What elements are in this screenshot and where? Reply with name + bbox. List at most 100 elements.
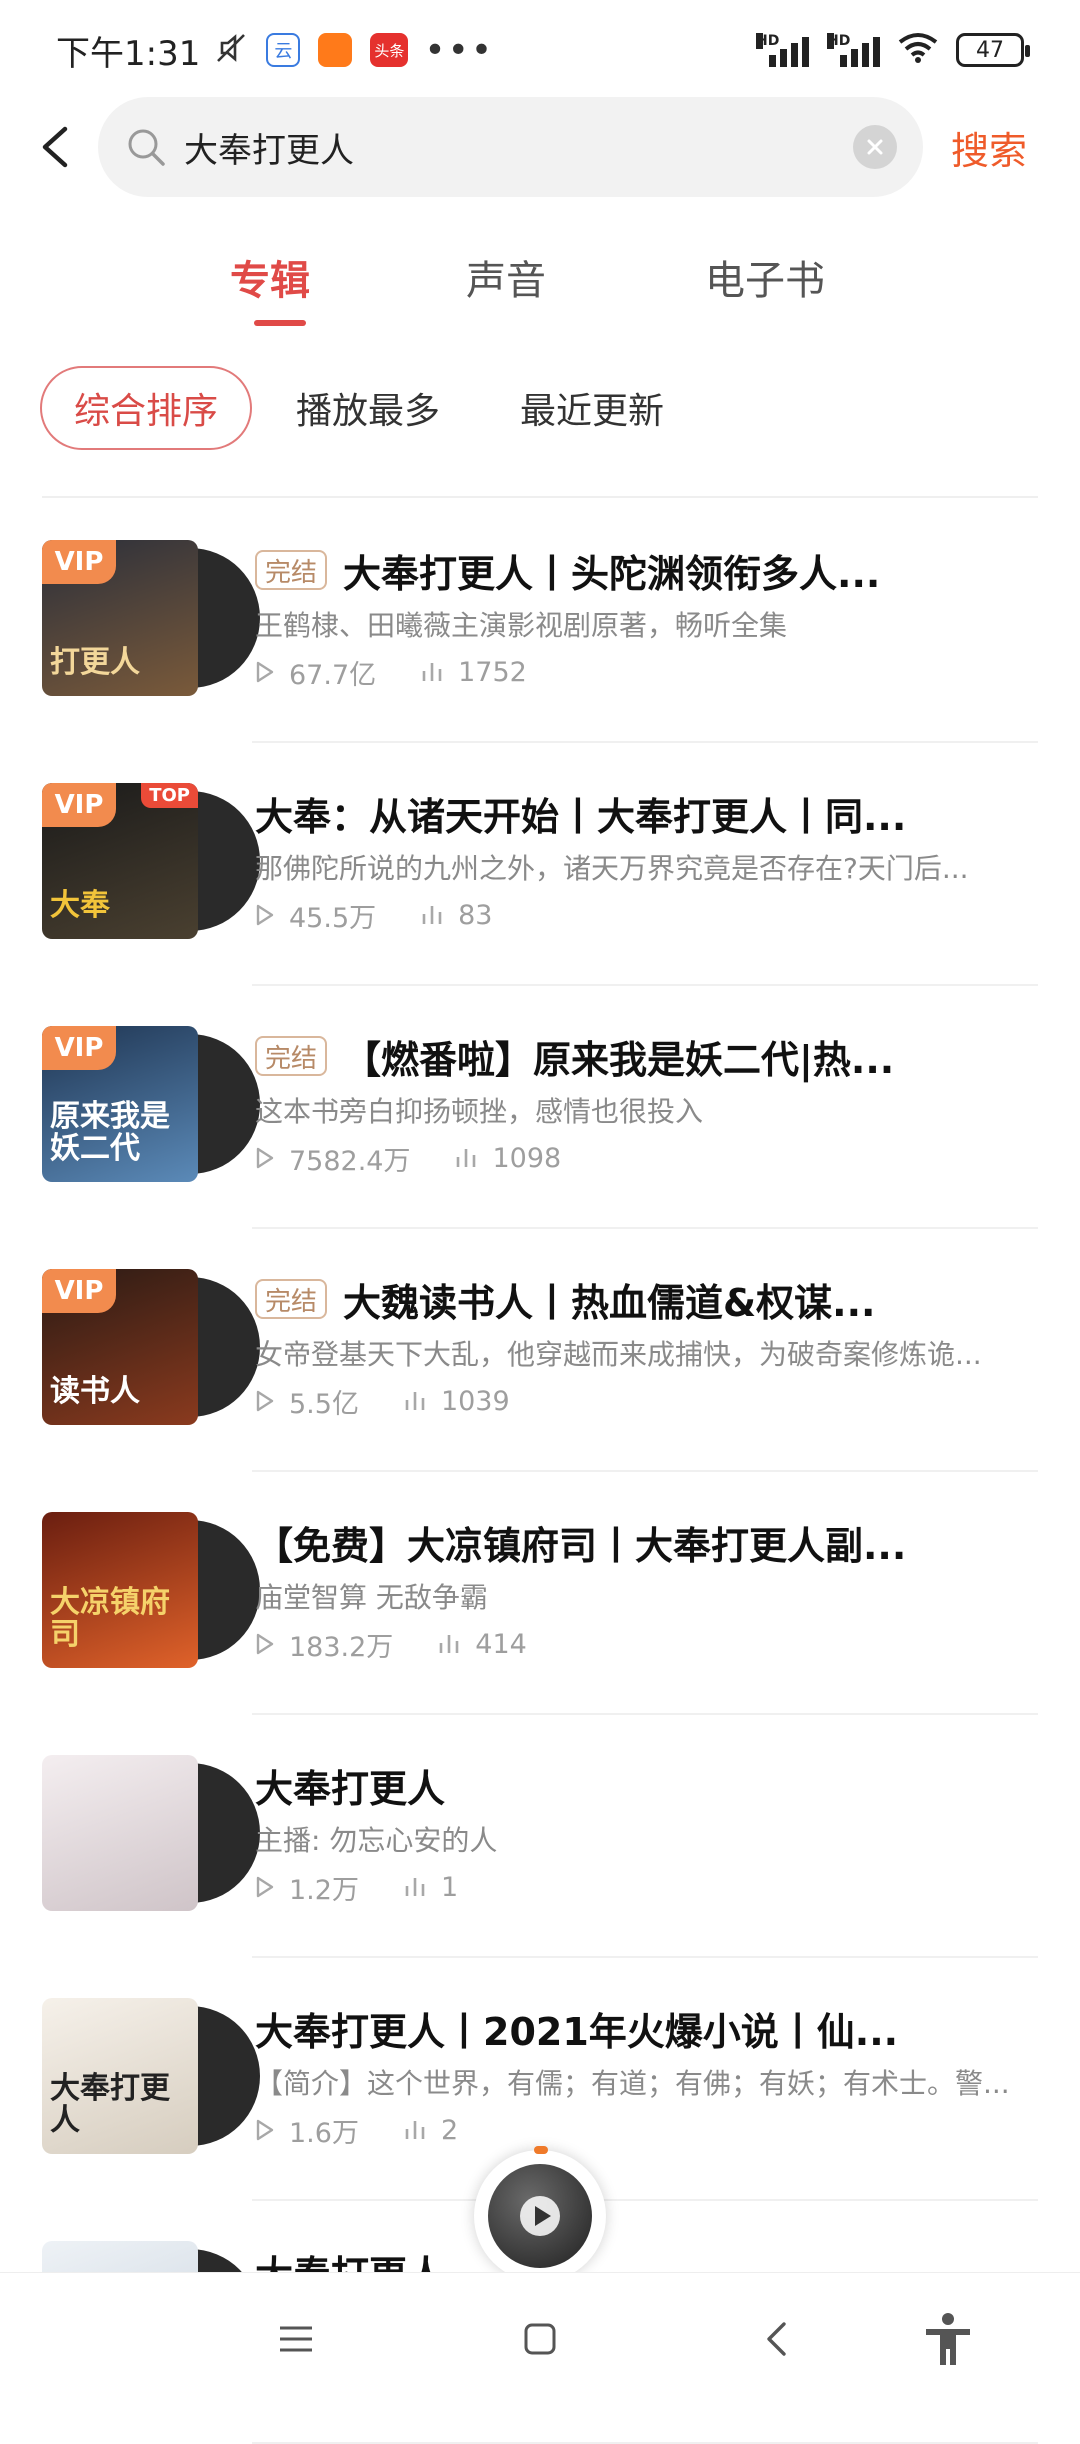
cover-title-text: 读书人: [50, 1373, 140, 1409]
recent-apps-button[interactable]: [264, 2307, 328, 2371]
tab-sounds[interactable]: 声音: [466, 248, 546, 306]
cover-title-text: 大奉打更人: [50, 2071, 170, 2138]
album-cover[interactable]: 原来我是妖二代 VIP: [42, 1026, 260, 1182]
now-playing-cover: [488, 2164, 592, 2268]
play-count-icon: [256, 1390, 274, 1412]
play-count: 7582.4万: [255, 1139, 410, 1178]
status-notification-icons: 云 头条: [214, 31, 409, 69]
mute-icon: [214, 31, 248, 69]
album-title: 大奉打更人丨2021年火爆小说丨仙...: [255, 2009, 899, 2054]
play-count-icon: [256, 1633, 274, 1655]
album-stats: 5.5亿 1039: [255, 1381, 1045, 1421]
play-icon: [520, 2196, 560, 2236]
album-info: 大奉：从诸天开始丨大奉打更人丨同... 那佛陀所说的九州之外，诸天万界究竟是否存在…: [255, 785, 1045, 935]
episode-count-icon: [422, 906, 442, 924]
mini-player-button[interactable]: [474, 2146, 606, 2282]
tab-albums[interactable]: 专辑: [230, 248, 310, 306]
menu-icon: [280, 2326, 312, 2352]
album-cover[interactable]: 打更人 VIP: [42, 540, 260, 696]
episode-count: 2: [403, 2115, 458, 2146]
album-list-item[interactable]: 大凉镇府司 【免费】大凉镇府司丨大奉打更人副... 庙堂智算 无敌争霸 183.2万 4…: [0, 1472, 1080, 1715]
filter-comprehensive[interactable]: 综合排序: [40, 366, 253, 450]
album-list-item[interactable]: 大奉 VIP TOP 大奉：从诸天开始丨大奉打更人丨同... 那佛陀所说的九州之外，诸天…: [0, 743, 1080, 986]
album-list-item[interactable]: 打更人 VIP 完结 大奉打更人丨头陀渊领衔多人... 王鹤棣、田曦薇主演影视剧原著，畅…: [0, 500, 1080, 743]
signal-icon-2: HD: [827, 33, 880, 67]
album-list-item[interactable]: 读书人 VIP 完结 大魏读书人丨热血儒道&权谋... 女帝登基天下大乱，他穿越而来成捕…: [0, 1229, 1080, 1472]
album-description: 主播: 勿忘心安的人: [255, 1824, 498, 1857]
cover-image: 大奉打更人: [42, 1998, 198, 2154]
album-info: 大奉打更人丨2021年火爆小说丨仙... 【简介】这个世界，有儒；有道；有佛；有妖…: [255, 2000, 1045, 2150]
vip-badge: VIP: [42, 1269, 116, 1313]
tab-ebooks[interactable]: 电子书: [705, 248, 825, 306]
album-title: 大奉：从诸天开始丨大奉打更人丨同...: [255, 794, 907, 839]
album-list-item[interactable]: 大奉打更人主播: 勿忘心安的人 1.2万 1: [0, 1715, 1080, 1958]
album-description: 女帝登基天下大乱，他穿越而来成捕快，为破奇案修炼诡...: [255, 1338, 982, 1371]
search-input[interactable]: 大奉打更人: [98, 97, 923, 197]
episode-count: 1039: [403, 1386, 510, 1417]
home-button[interactable]: [508, 2307, 572, 2371]
episode-count: 83: [420, 900, 492, 931]
result-type-tabs: 专辑 声音 电子书: [0, 248, 1080, 338]
episode-count-icon: [405, 1878, 425, 1896]
album-stats: 183.2万 414: [255, 1624, 1045, 1664]
play-count-icon: [256, 661, 274, 683]
top-badge: TOP: [141, 783, 198, 808]
episode-count: 1098: [454, 1143, 561, 1174]
status-bar: 下午1:31 云 头条 ••• HD HD 47: [0, 0, 1080, 100]
system-navigation-bar: [0, 2272, 1080, 2400]
album-title-line: 完结 【燃番啦】原来我是妖二代|热...: [255, 1028, 1045, 1084]
play-count: 5.5亿: [255, 1382, 359, 1421]
cover-image: 原来我是妖二代 VIP: [42, 1026, 198, 1182]
play-count: 1.2万: [255, 1868, 359, 1907]
status-more-icon: •••: [424, 29, 495, 71]
battery-icon: 47: [956, 33, 1030, 67]
accessibility-icon: [926, 2313, 970, 2365]
album-title-line: 大奉：从诸天开始丨大奉打更人丨同...: [255, 785, 1045, 841]
album-list-item[interactable]: 原来我是妖二代 VIP 完结 【燃番啦】原来我是妖二代|热... 这本书旁白抑扬顿挫，感…: [0, 986, 1080, 1229]
album-cover[interactable]: 大凉镇府司: [42, 1512, 260, 1668]
play-count-icon: [256, 904, 274, 926]
vip-badge: VIP: [42, 540, 116, 584]
finished-tag: 完结: [255, 1036, 328, 1076]
album-cover[interactable]: [42, 1755, 260, 1911]
album-title-line: 大奉打更人: [255, 1757, 1045, 1813]
album-info: 完结 大奉打更人丨头陀渊领衔多人... 王鹤棣、田曦薇主演影视剧原著，畅听全集 67.…: [255, 542, 1045, 692]
album-description: 那佛陀所说的九州之外，诸天万界究竟是否存在?天门后...: [255, 852, 969, 885]
cover-image: 大奉 VIP TOP: [42, 783, 198, 939]
cover-image: 打更人 VIP: [42, 540, 198, 696]
cover-title-text: 原来我是妖二代: [50, 1099, 170, 1166]
album-info: 大奉打更人主播: 勿忘心安的人 1.2万 1: [255, 1757, 1045, 1907]
toutiao-app-icon: 头条: [370, 33, 409, 67]
album-cover[interactable]: 大奉 VIP TOP: [42, 783, 260, 939]
search-query-text: 大奉打更人: [184, 130, 354, 171]
system-back-button[interactable]: [744, 2307, 808, 2371]
sort-filters: 综合排序 播放最多 最近更新: [0, 366, 1080, 452]
album-stats: 1.6万 2: [255, 2110, 1045, 2150]
filter-most-played[interactable]: 播放最多: [296, 366, 440, 450]
play-count-icon: [256, 1147, 274, 1169]
album-cover[interactable]: 大奉打更人: [42, 1998, 260, 2154]
filter-recently-updated[interactable]: 最近更新: [520, 366, 664, 450]
back-button[interactable]: [0, 92, 110, 202]
vip-badge: VIP: [42, 783, 116, 827]
episode-count-icon: [457, 1149, 476, 1167]
search-button[interactable]: 搜索: [951, 120, 1027, 175]
play-count: 67.7亿: [255, 653, 376, 692]
album-stats: 1.2万 1: [255, 1867, 1045, 1907]
album-info: 完结 大魏读书人丨热血儒道&权谋... 女帝登基天下大乱，他穿越而来成捕快，为破奇案…: [255, 1271, 1045, 1421]
player-progress-indicator: [534, 2146, 548, 2154]
cover-image: 读书人 VIP: [42, 1269, 198, 1425]
album-description: 庙堂智算 无敌争霸: [255, 1581, 488, 1614]
signal-icon: HD: [756, 33, 809, 67]
clear-search-button[interactable]: [853, 125, 897, 169]
search-icon: [128, 129, 165, 166]
episode-count-icon: [405, 2121, 425, 2139]
album-title-line: 完结 大魏读书人丨热血儒道&权谋...: [255, 1271, 1045, 1327]
cover-title-text: 打更人: [50, 644, 140, 680]
accessibility-button[interactable]: [916, 2307, 980, 2371]
album-cover[interactable]: 读书人 VIP: [42, 1269, 260, 1425]
album-stats: 7582.4万 1098: [255, 1138, 1045, 1178]
back-chevron-icon: [767, 2322, 786, 2356]
album-title-line: 完结 大奉打更人丨头陀渊领衔多人...: [255, 542, 1045, 598]
cover-title-text: 大奉: [50, 887, 110, 923]
